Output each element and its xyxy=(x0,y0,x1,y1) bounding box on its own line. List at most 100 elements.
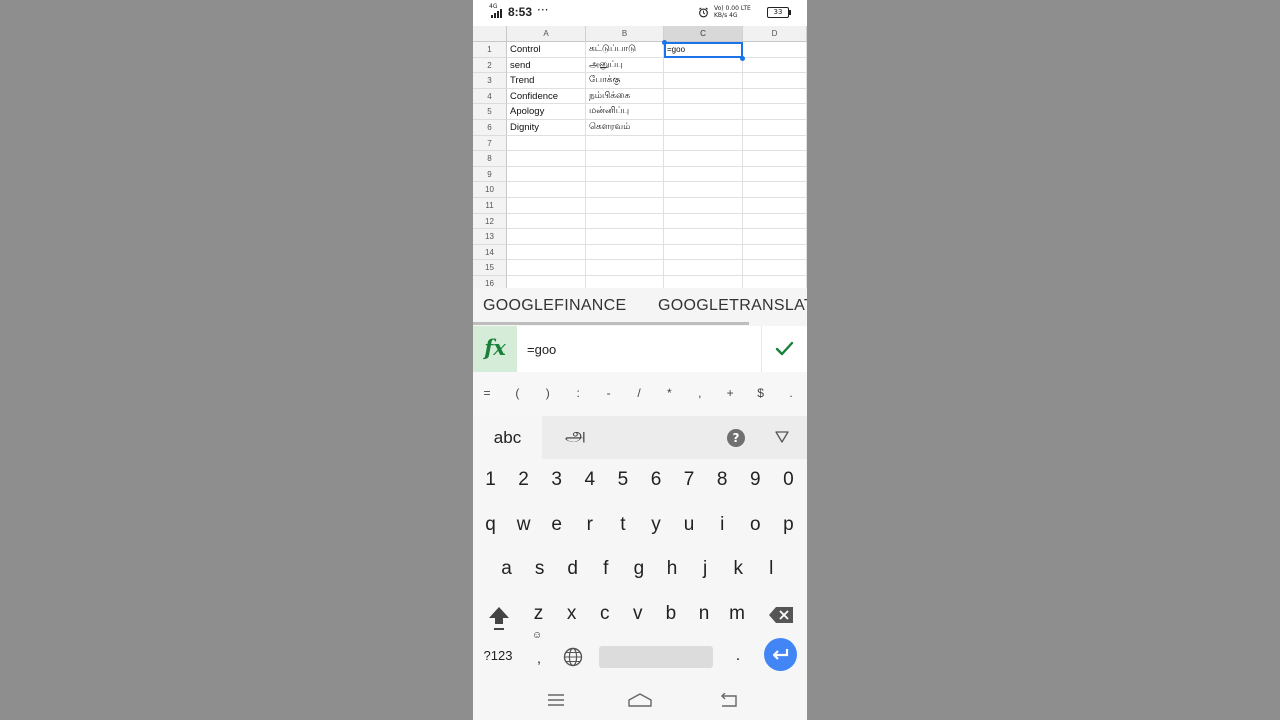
cell-a9[interactable] xyxy=(507,166,586,183)
cell-d9[interactable] xyxy=(743,166,807,183)
cell-b16[interactable] xyxy=(586,276,664,288)
row-header[interactable]: 13 xyxy=(473,229,507,245)
column-header-d[interactable]: D xyxy=(743,26,807,42)
cell-a11[interactable] xyxy=(507,198,586,214)
key[interactable]: y xyxy=(640,505,673,545)
row-header[interactable]: 9 xyxy=(473,166,507,183)
key[interactable]: a xyxy=(490,549,523,589)
cell-d14[interactable] xyxy=(743,244,807,261)
key[interactable]: n xyxy=(688,594,721,634)
key[interactable]: 1 xyxy=(474,460,507,500)
key[interactable]: u xyxy=(673,505,706,545)
cell-c13[interactable] xyxy=(664,229,743,245)
cell-a2[interactable]: send xyxy=(507,57,586,74)
hide-keyboard-icon[interactable] xyxy=(775,431,789,443)
cell-a14[interactable] xyxy=(507,244,586,261)
key[interactable]: d xyxy=(556,549,589,589)
column-header-a[interactable]: A xyxy=(507,26,586,42)
shift-icon[interactable] xyxy=(487,604,511,632)
cell-c8[interactable] xyxy=(664,151,743,167)
fx-icon[interactable]: fx xyxy=(473,326,517,372)
cell-d12[interactable] xyxy=(743,213,807,230)
key[interactable]: 2 xyxy=(507,460,540,500)
symbol-key[interactable]: - xyxy=(599,386,619,400)
cell-d13[interactable] xyxy=(743,229,807,245)
cell-b3[interactable]: போக்கு xyxy=(586,73,664,89)
symbol-key[interactable]: / xyxy=(629,386,649,400)
formula-input[interactable] xyxy=(517,326,762,372)
cell-c9[interactable] xyxy=(664,166,743,183)
cell-c16[interactable] xyxy=(664,276,743,288)
cell-b2[interactable]: அனுப்பு xyxy=(586,57,664,74)
key[interactable]: 0 xyxy=(772,460,805,500)
column-header-c[interactable]: C xyxy=(664,26,743,42)
cell-b1[interactable]: கட்டுப்பாடு xyxy=(586,42,664,58)
key[interactable]: 7 xyxy=(673,460,706,500)
symbol-key[interactable]: ( xyxy=(507,386,527,400)
cell-c2[interactable] xyxy=(664,57,743,74)
globe-icon[interactable] xyxy=(563,647,583,667)
cell-a7[interactable] xyxy=(507,135,586,152)
row-header[interactable]: 4 xyxy=(473,88,507,105)
space-bar[interactable] xyxy=(599,646,713,668)
row-header[interactable]: 8 xyxy=(473,151,507,167)
key[interactable]: m xyxy=(721,594,754,634)
cell-a15[interactable] xyxy=(507,260,586,276)
period-key[interactable]: . xyxy=(723,636,753,676)
key[interactable]: s xyxy=(523,549,556,589)
help-icon[interactable]: ? xyxy=(727,429,745,447)
column-header-b[interactable]: B xyxy=(586,26,664,42)
cell-b9[interactable] xyxy=(586,166,664,183)
key[interactable]: r xyxy=(573,505,606,545)
cell-c12[interactable] xyxy=(664,213,743,230)
symbol-key[interactable]: . xyxy=(781,386,801,400)
cell-a4[interactable]: Confidence xyxy=(507,88,586,105)
key[interactable]: w xyxy=(507,505,540,545)
row-header[interactable]: 10 xyxy=(473,182,507,198)
symbol-key[interactable]: + xyxy=(720,386,740,400)
backspace-icon[interactable] xyxy=(768,606,794,624)
cell-d7[interactable] xyxy=(743,135,807,152)
cell-b7[interactable] xyxy=(586,135,664,152)
key[interactable]: g xyxy=(622,549,655,589)
key[interactable]: i xyxy=(706,505,739,545)
row-header[interactable]: 5 xyxy=(473,104,507,120)
cell-c1[interactable]: =goo xyxy=(664,42,743,58)
cell-d8[interactable] xyxy=(743,151,807,167)
key[interactable]: e xyxy=(540,505,573,545)
key[interactable]: f xyxy=(589,549,622,589)
spreadsheet-grid[interactable]: A B C D 1 Control கட்டுப்பாடு =goo 2 send அனுப… xyxy=(473,26,807,288)
symbol-key[interactable]: * xyxy=(659,386,679,400)
row-header[interactable]: 15 xyxy=(473,260,507,276)
key[interactable]: t xyxy=(606,505,639,545)
cell-c3[interactable] xyxy=(664,73,743,89)
cell-d11[interactable] xyxy=(743,198,807,214)
cell-b10[interactable] xyxy=(586,182,664,198)
select-all-corner[interactable] xyxy=(473,26,507,42)
cell-b13[interactable] xyxy=(586,229,664,245)
row-header[interactable]: 1 xyxy=(473,42,507,58)
row-header[interactable]: 14 xyxy=(473,244,507,261)
key[interactable]: k xyxy=(722,549,755,589)
tab-abc[interactable]: abc xyxy=(473,416,542,459)
symbol-key[interactable]: $ xyxy=(751,386,771,400)
cell-a3[interactable]: Trend xyxy=(507,73,586,89)
cell-d10[interactable] xyxy=(743,182,807,198)
comma-key[interactable]: ☺ , xyxy=(525,630,553,678)
cell-b4[interactable]: நம்பிக்கை xyxy=(586,88,664,105)
symbol-key[interactable]: , xyxy=(690,386,710,400)
cell-d2[interactable] xyxy=(743,57,807,74)
key[interactable]: 4 xyxy=(573,460,606,500)
suggestion-googletranslate[interactable]: GOOGLETRANSLATE xyxy=(658,297,807,315)
key[interactable]: 8 xyxy=(706,460,739,500)
cell-a1[interactable]: Control xyxy=(507,42,586,58)
cell-b15[interactable] xyxy=(586,260,664,276)
cell-b12[interactable] xyxy=(586,213,664,230)
cell-a6[interactable]: Dignity xyxy=(507,120,586,136)
selection-handle-top[interactable] xyxy=(662,40,667,45)
key[interactable]: p xyxy=(772,505,805,545)
back-icon[interactable] xyxy=(719,693,737,707)
row-header[interactable]: 2 xyxy=(473,57,507,74)
key[interactable]: x xyxy=(555,594,588,634)
row-header[interactable]: 6 xyxy=(473,120,507,136)
